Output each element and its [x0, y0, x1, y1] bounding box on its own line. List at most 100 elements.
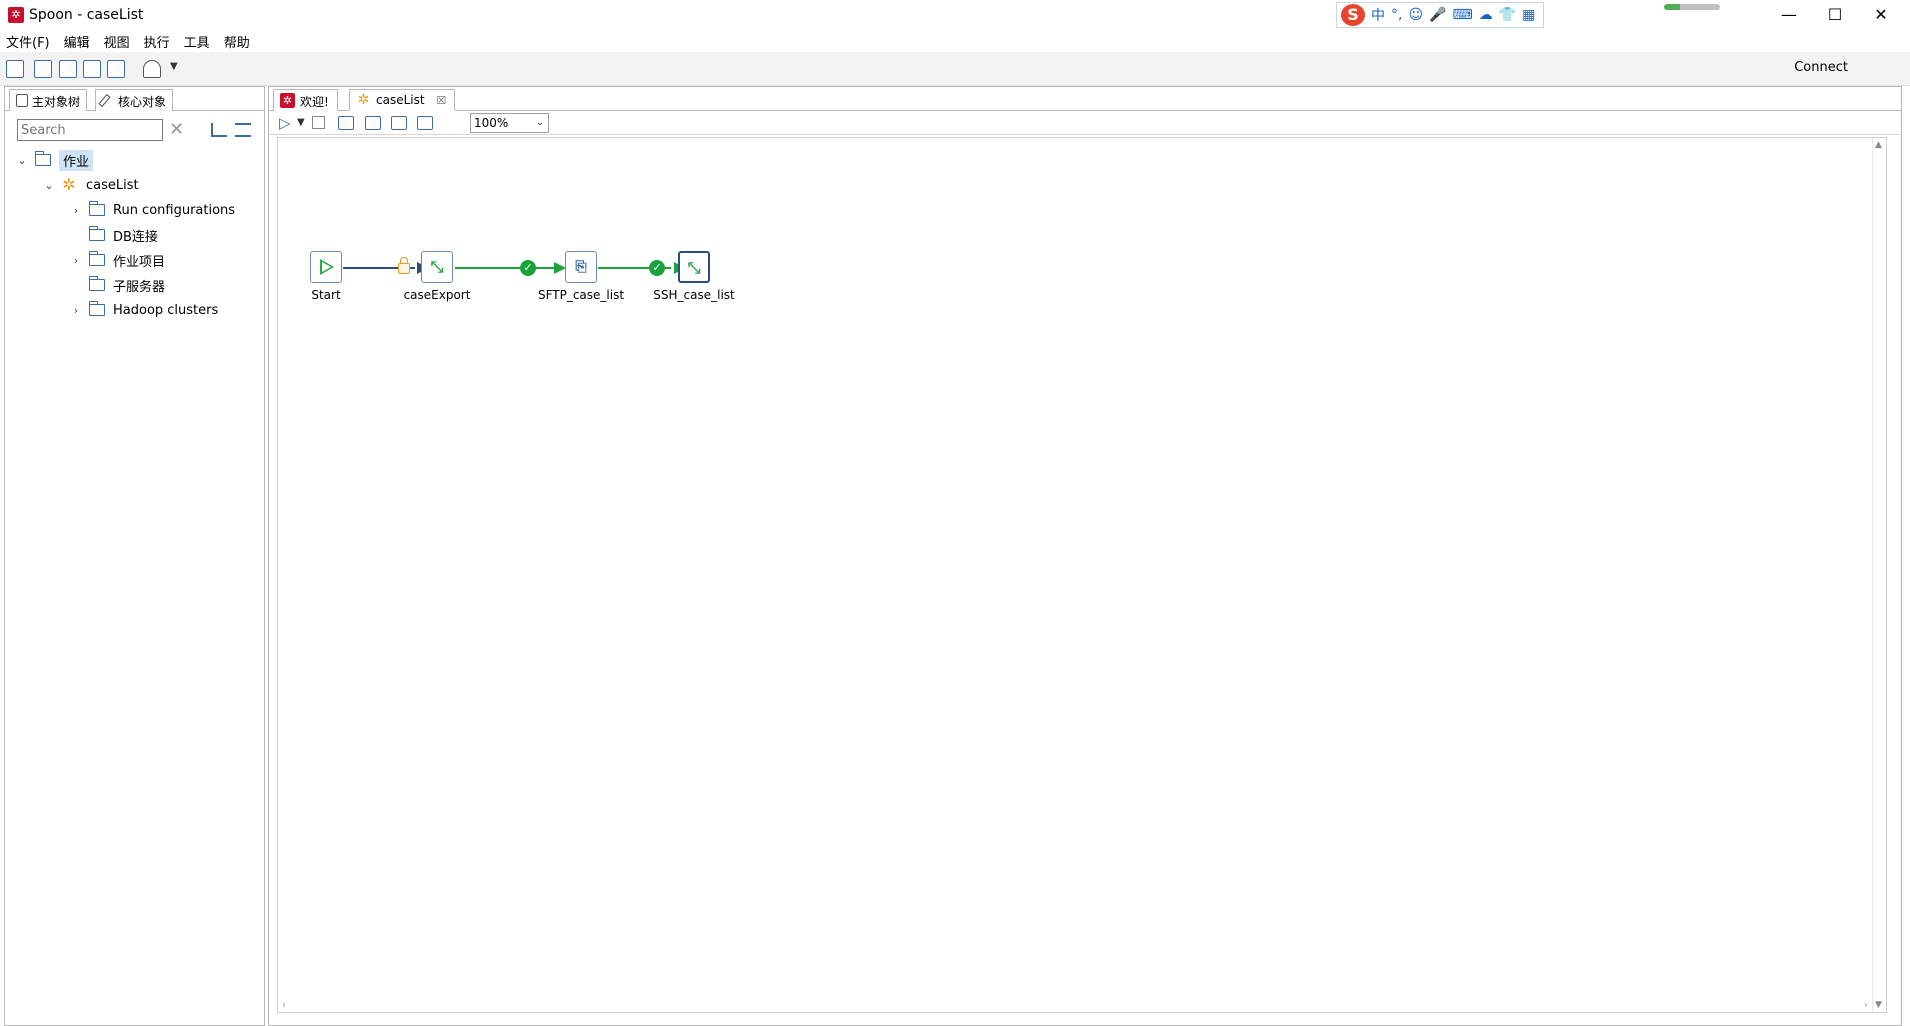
job-entry-label: Start [311, 288, 341, 302]
impact-analysis-icon[interactable] [391, 116, 407, 130]
left-tab-bar: 主对象树 核心对象 [5, 87, 264, 111]
show-results-icon[interactable] [417, 116, 433, 130]
tree-item-job-entries[interactable]: › 作业项目 [69, 249, 165, 271]
horizontal-scrollbar[interactable]: ‹ › [278, 1000, 1872, 1012]
maximize-button[interactable]: ☐ [1812, 0, 1858, 30]
menu-edit[interactable]: 编辑 [64, 32, 90, 51]
chevron-down-icon[interactable]: ▼ [170, 61, 178, 72]
folder-icon [88, 276, 105, 291]
job-entry-sftp[interactable]: ⎘ [565, 251, 597, 283]
ime-voice-icon[interactable]: 🎤 [1429, 7, 1446, 23]
folder-icon [88, 226, 105, 241]
search-row: ✕ [5, 119, 264, 145]
chevron-down-icon[interactable]: ▼ [297, 117, 305, 128]
tab-main-tree-label: 主对象树 [32, 95, 81, 109]
new-file-icon[interactable] [6, 60, 24, 78]
save-as-icon[interactable] [107, 60, 125, 78]
run-icon[interactable]: ▷ [279, 115, 291, 131]
tab-caselist[interactable]: ✲ caseList ☒ [349, 89, 456, 111]
scroll-up-icon[interactable]: ▲ [1875, 140, 1882, 150]
explore-icon[interactable] [59, 60, 77, 78]
tab-welcome[interactable]: ✲ 欢迎! [273, 89, 338, 111]
sftp-put-icon: ⎘ [575, 259, 587, 275]
tree-item-hadoop-clusters[interactable]: › Hadoop clusters [69, 299, 218, 321]
success-check-icon: ✓ [520, 260, 536, 276]
job-entry-ssh[interactable]: ⤡ [678, 251, 710, 283]
tree-item-jobs-root[interactable]: ⌄ 作业 [15, 149, 94, 171]
search-input[interactable] [17, 119, 163, 141]
close-button[interactable]: ✕ [1858, 0, 1904, 30]
job-entry-start[interactable] [310, 251, 342, 283]
scroll-down-icon[interactable]: ▼ [1875, 1000, 1882, 1010]
job-icon: ✲ [357, 92, 370, 108]
close-tab-icon[interactable]: ☒ [436, 94, 446, 107]
ime-chinese-mode-icon[interactable]: 中 [1371, 5, 1385, 25]
ime-menu-icon[interactable]: ▦ [1522, 7, 1535, 23]
ime-logo-icon[interactable]: S [1341, 4, 1365, 26]
ime-keyboard-icon[interactable]: ⌨ [1453, 7, 1473, 23]
tree-item-label: 作业项目 [113, 254, 166, 270]
tree-item-slave-servers[interactable]: 子服务器 [69, 274, 165, 296]
job-canvas[interactable]: ✓ ✓ Start ⤡ caseExport ⎘ SFTP_case_list … [277, 137, 1887, 1013]
ime-punctuation-icon[interactable]: °, [1391, 7, 1402, 23]
success-check-icon: ✓ [649, 260, 665, 276]
folder-icon [88, 251, 105, 266]
chevron-down-icon[interactable]: ⌄ [15, 154, 29, 167]
save-icon[interactable] [83, 60, 101, 78]
tree-item-job[interactable]: ⌄ ✲ caseList [42, 174, 138, 196]
chevron-right-icon[interactable]: › [69, 304, 83, 317]
job-entry-caseexport[interactable]: ⤡ [421, 251, 453, 283]
collapse-all-icon[interactable] [235, 123, 251, 137]
spoon-icon: ✲ [8, 7, 24, 23]
tab-main-tree[interactable]: 主对象树 [9, 89, 88, 111]
progress-indicator [1664, 4, 1720, 10]
menu-file[interactable]: 文件(F) [6, 32, 50, 51]
menu-help[interactable]: 帮助 [224, 32, 250, 51]
transformation-icon: ⤡ [430, 257, 444, 276]
job-entry-label: caseExport [403, 288, 471, 302]
title-bar: ✲ Spoon - caseList S 中 °, ☺ 🎤 ⌨ ☁ 👕 ▦ — … [0, 0, 1910, 30]
check-job-icon[interactable] [365, 116, 381, 130]
open-folder-icon[interactable] [34, 60, 52, 78]
connect-button[interactable]: Connect [1794, 60, 1848, 75]
scroll-left-icon[interactable]: ‹ [282, 1000, 286, 1011]
job-entry-label: SSH_case_list [653, 288, 735, 302]
chevron-right-icon[interactable]: › [69, 204, 83, 217]
scroll-right-icon[interactable]: › [1864, 1000, 1868, 1011]
tree-item-label: 作业 [59, 149, 94, 171]
zoom-select[interactable]: 100% ⌄ [470, 113, 549, 133]
menu-run[interactable]: 执行 [144, 32, 170, 51]
layers-icon[interactable] [143, 60, 161, 78]
folder-icon [34, 151, 51, 166]
tree-item-label: DB连接 [113, 229, 158, 245]
folder-icon [88, 201, 105, 216]
expand-all-icon[interactable] [211, 123, 227, 137]
clear-search-icon[interactable]: ✕ [169, 120, 184, 140]
chevron-down-icon[interactable]: ⌄ [42, 179, 56, 192]
job-toolbar: ▷ ▼ 100% ⌄ [269, 111, 1901, 135]
tab-core-objects[interactable]: 核心对象 [95, 89, 174, 111]
tree-item-run-configurations[interactable]: › Run configurations [69, 199, 235, 221]
ime-skin-icon[interactable]: 👕 [1499, 7, 1516, 23]
ime-cloud-icon[interactable]: ☁ [1479, 7, 1493, 23]
stop-icon[interactable] [312, 116, 325, 129]
minimize-button[interactable]: — [1766, 0, 1812, 30]
folder-icon [88, 301, 105, 316]
lock-icon [398, 257, 410, 274]
left-panel: 主对象树 核心对象 ✕ ⌄ 作业 ⌄ ✲ caseList › Run conf… [4, 86, 265, 1026]
ime-emoji-icon[interactable]: ☺ [1408, 7, 1423, 23]
chevron-right-icon[interactable]: › [69, 254, 83, 267]
menu-view[interactable]: 视图 [104, 32, 130, 51]
tree-item-db-connections[interactable]: DB连接 [69, 224, 158, 246]
job-entry-label: SFTP_case_list [537, 288, 625, 302]
hop-line[interactable] [455, 267, 560, 269]
menu-tools[interactable]: 工具 [184, 32, 210, 51]
chevron-down-icon[interactable]: ⌄ [536, 114, 544, 132]
tree-item-label: 子服务器 [113, 279, 166, 295]
tab-caselist-label: caseList [376, 93, 425, 107]
ime-toolbar[interactable]: S 中 °, ☺ 🎤 ⌨ ☁ 👕 ▦ [1336, 2, 1544, 28]
tab-core-objects-label: 核心对象 [118, 95, 167, 109]
vertical-scrollbar[interactable]: ▲ ▼ [1872, 138, 1886, 1012]
replay-icon[interactable] [338, 116, 354, 130]
zoom-value: 100% [474, 116, 509, 130]
